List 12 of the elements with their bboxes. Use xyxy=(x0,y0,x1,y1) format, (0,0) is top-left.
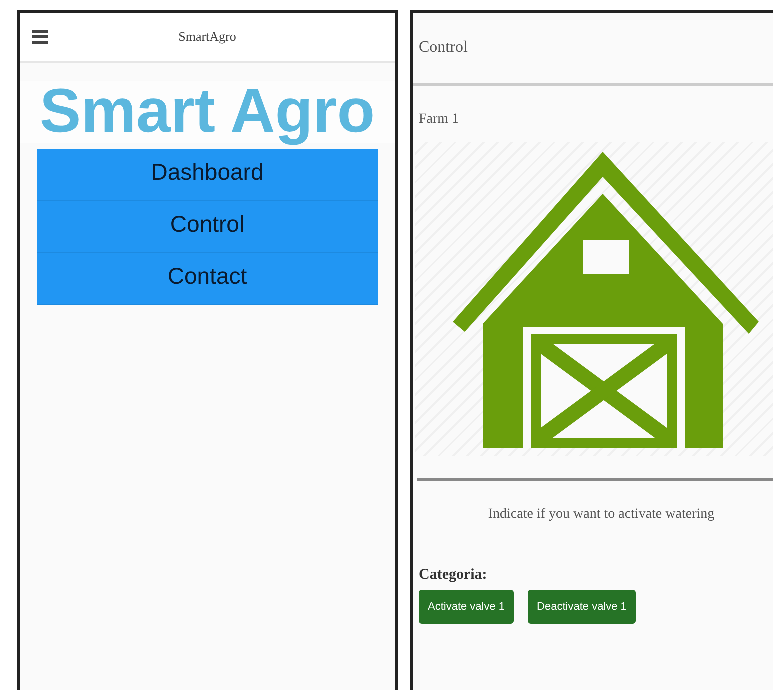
menu-item[interactable]: Control xyxy=(37,201,378,253)
menu-item[interactable]: Contact xyxy=(37,253,378,305)
menu-icon[interactable] xyxy=(32,30,48,44)
barn-icon xyxy=(452,152,758,448)
valve-button[interactable]: Activate valve 1 xyxy=(419,590,514,624)
menu-item[interactable]: Dashboard xyxy=(37,149,378,201)
instruction-text: Indicate if you want to activate watering xyxy=(487,507,716,523)
category-label: Categoria: xyxy=(418,567,488,584)
farm-label: Farm 1 xyxy=(418,111,460,129)
valve-button[interactable]: Deactivate valve 1 xyxy=(528,590,636,624)
app-title: SmartAgro xyxy=(178,29,238,45)
page-title: Control xyxy=(419,39,468,57)
